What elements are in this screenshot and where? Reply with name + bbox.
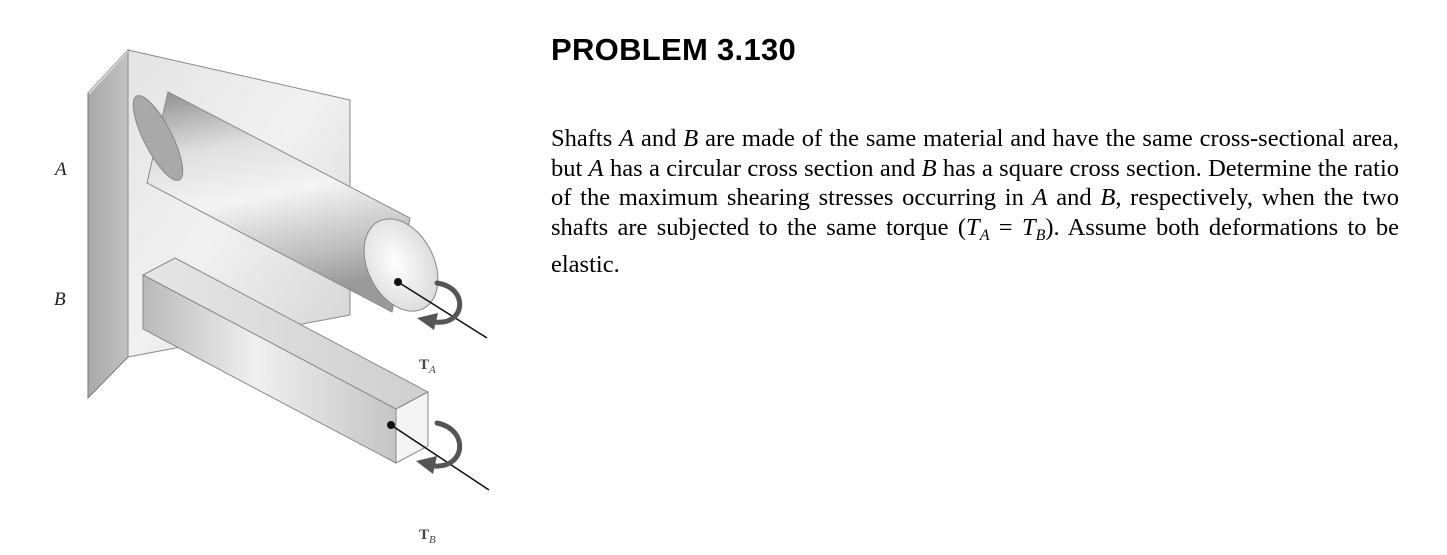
- torque-b-label: TB: [419, 527, 436, 546]
- problem-statement: Shafts A and B are made of the same mate…: [551, 125, 1400, 278]
- shaft-diagram: A B TA TB: [53, 48, 490, 546]
- label-shaft-b: B: [54, 289, 66, 310]
- label-shaft-a: A: [53, 159, 67, 180]
- problem-title: PROBLEM 3.130: [551, 32, 797, 67]
- torque-a-label: TA: [419, 357, 436, 376]
